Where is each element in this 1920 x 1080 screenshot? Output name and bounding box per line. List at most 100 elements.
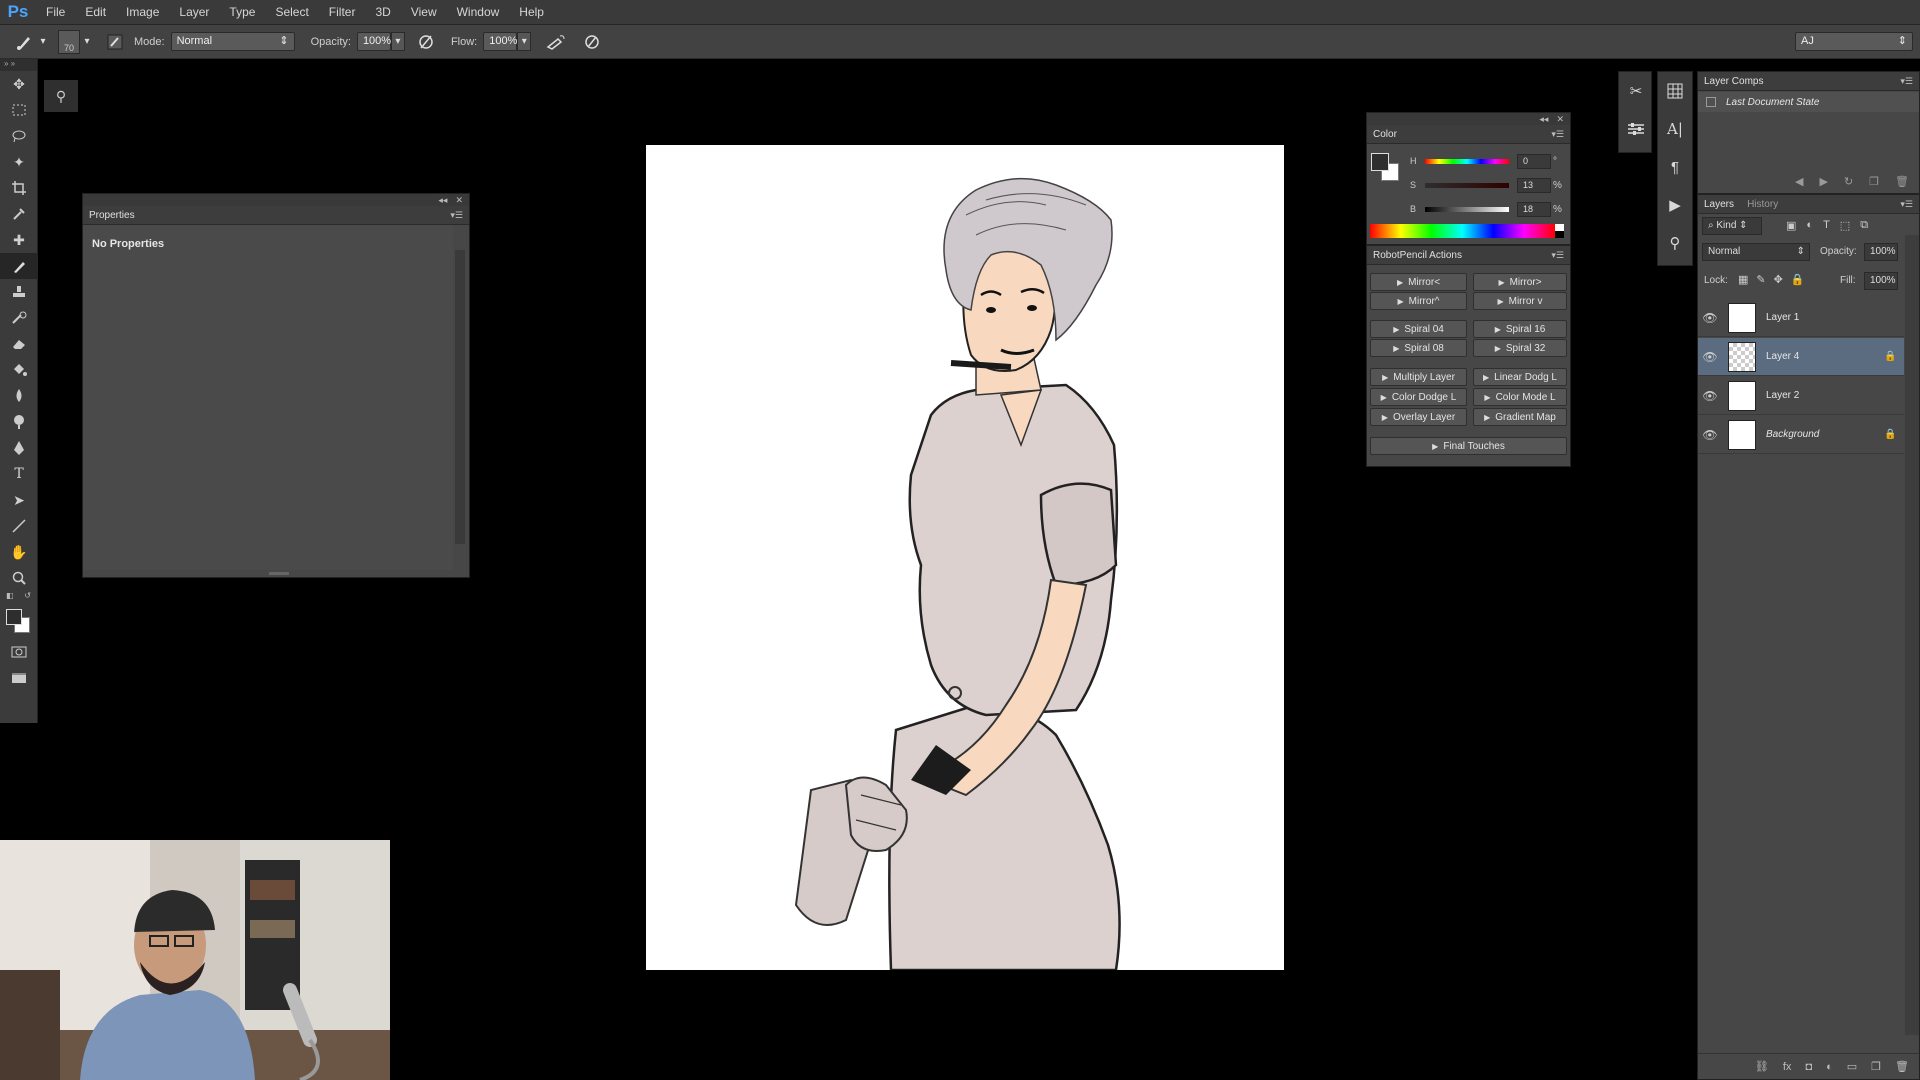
action-gradient-map-button[interactable]: ▶ Gradient Map (1473, 408, 1567, 426)
brush-tool-icon[interactable] (14, 31, 36, 53)
blur-tool-icon[interactable] (0, 383, 38, 409)
eye-icon[interactable]: 👁 (1698, 311, 1722, 325)
color-spectrum-ramp[interactable] (1370, 224, 1555, 238)
layer-row-layer-4[interactable]: 👁 Layer 4 🔒 (1698, 338, 1904, 376)
history-brush-tool-icon[interactable] (0, 305, 38, 331)
menu-help[interactable]: Help (509, 0, 554, 25)
pixel-filter-icon[interactable]: ▣ (1786, 219, 1796, 232)
type-tool-icon[interactable]: T (0, 461, 38, 487)
properties-scrollbar[interactable] (455, 250, 465, 544)
quick-selection-tool-icon[interactable]: ✦ (0, 149, 38, 175)
close-icon[interactable]: ✕ (455, 195, 463, 206)
action-overlay-layer-button[interactable]: ▶ Overlay Layer (1370, 408, 1467, 426)
menu-layer[interactable]: Layer (169, 0, 219, 25)
panel-menu-icon[interactable]: ▾☰ (1900, 199, 1913, 210)
lock-all-icon[interactable]: 🔒 (1791, 273, 1805, 286)
fill-field[interactable]: 100% (1864, 272, 1898, 290)
collapse-icon[interactable]: ◂◂ (1539, 114, 1548, 125)
brightness-field[interactable]: 18 (1517, 201, 1551, 217)
adjustments-icon[interactable] (1619, 110, 1653, 148)
hue-field[interactable]: 0 (1517, 153, 1551, 169)
action-mirror-up-button[interactable]: ▶ Mirror^ (1370, 292, 1467, 310)
adjustment-layer-icon[interactable]: ◐ (1826, 1061, 1833, 1073)
menu-filter[interactable]: Filter (319, 0, 366, 25)
tool-preset-mini-panel[interactable]: ⚲ (44, 80, 78, 112)
new-comp-icon[interactable]: ❐ (1869, 175, 1879, 188)
navigator-grid-icon[interactable] (1658, 72, 1692, 110)
zoom-tool-icon[interactable] (0, 565, 38, 591)
eye-icon[interactable]: 👁 (1698, 350, 1722, 364)
panel-menu-icon[interactable]: ▾☰ (1551, 250, 1564, 261)
tab-properties[interactable]: Properties (89, 210, 135, 221)
layer-row-layer-2[interactable]: 👁 Layer 2 (1698, 377, 1904, 415)
shape-filter-icon[interactable]: ⬚ (1840, 219, 1850, 232)
close-icon[interactable]: ✕ (1556, 114, 1564, 125)
delete-comp-icon[interactable]: 🗑 (1895, 175, 1909, 188)
delete-layer-icon[interactable]: 🗑 (1895, 1060, 1909, 1073)
paint-bucket-tool-icon[interactable] (0, 357, 38, 383)
tab-color[interactable]: Color (1373, 129, 1397, 140)
next-comp-icon[interactable]: ▶ (1819, 175, 1827, 188)
collapse-icon[interactable]: ◂◂ (438, 195, 447, 206)
lasso-tool-icon[interactable] (0, 123, 38, 149)
brush-tool-selected-icon[interactable] (0, 253, 38, 279)
tab-robotpencil-actions[interactable]: RobotPencil Actions (1373, 250, 1462, 261)
brightness-slider[interactable] (1425, 206, 1509, 212)
hand-tool-icon[interactable]: ✋ (0, 539, 38, 565)
menu-window[interactable]: Window (447, 0, 510, 25)
line-tool-icon[interactable] (0, 513, 38, 539)
healing-brush-tool-icon[interactable]: ✚ (0, 227, 38, 253)
type-filter-icon[interactable]: T (1823, 219, 1830, 232)
layer-comp-row[interactable]: Last Document State (1698, 92, 1919, 112)
pressure-opacity-icon[interactable] (415, 31, 437, 53)
swap-colors-icon[interactable]: ↺ (24, 591, 31, 603)
menu-file[interactable]: File (36, 0, 75, 25)
layer-row-background[interactable]: 👁 Background 🔒 (1698, 416, 1904, 454)
dodge-tool-icon[interactable] (0, 409, 38, 435)
panel-menu-icon[interactable]: ▾☰ (1900, 76, 1913, 87)
smart-object-filter-icon[interactable]: ⧉ (1860, 219, 1868, 232)
link-layers-icon[interactable]: ⛓ (1755, 1060, 1769, 1073)
eye-icon[interactable]: 👁 (1698, 389, 1722, 403)
eyedropper-tool-icon[interactable] (0, 201, 38, 227)
tools-collapse-icon[interactable]: » » (0, 59, 37, 71)
layer-comp-checkbox-icon[interactable] (1706, 97, 1716, 107)
screen-mode-icon[interactable] (0, 665, 38, 691)
pen-tool-icon[interactable] (0, 435, 38, 461)
action-mirror-down-button[interactable]: ▶ Mirror v (1473, 292, 1567, 310)
mode-select[interactable]: Normal ⇕ (170, 32, 295, 51)
saturation-slider[interactable] (1425, 182, 1509, 188)
lock-position-icon[interactable]: ✥ (1774, 273, 1783, 286)
brush-presets-icon[interactable]: ⚲ (1658, 224, 1692, 262)
action-multiply-layer-button[interactable]: ▶ Multiply Layer (1370, 368, 1467, 386)
action-spiral-32-button[interactable]: ▶ Spiral 32 (1473, 339, 1567, 357)
new-layer-icon[interactable]: ❐ (1871, 1060, 1881, 1073)
airbrush-icon[interactable] (545, 31, 567, 53)
layer-row-layer-1[interactable]: 👁 Layer 1 (1698, 299, 1904, 337)
black-white-ramp[interactable] (1555, 224, 1564, 238)
tab-layers[interactable]: Layers (1704, 199, 1734, 210)
pressure-size-icon[interactable] (581, 31, 603, 53)
add-mask-icon[interactable]: ◘ (1805, 1061, 1812, 1073)
paragraph-icon[interactable]: ¶ (1658, 148, 1692, 186)
opacity-field[interactable]: 100% (356, 32, 391, 51)
action-spiral-08-button[interactable]: ▶ Spiral 08 (1370, 339, 1467, 357)
brush-size-picker[interactable]: 70 (58, 29, 80, 54)
menu-3d[interactable]: 3D (365, 0, 400, 25)
opacity-dropdown[interactable]: ▾ (390, 32, 405, 51)
brush-picker-dropdown[interactable]: ▾ (80, 32, 94, 51)
saturation-field[interactable]: 13 (1517, 177, 1551, 193)
panel-menu-icon[interactable]: ▾☰ (1551, 129, 1564, 140)
lock-pixels-icon[interactable]: ✎ (1756, 273, 1765, 286)
menu-view[interactable]: View (401, 0, 447, 25)
filter-kind-select[interactable]: ⌕ Kind ⇕ (1702, 217, 1762, 235)
lock-transparent-icon[interactable]: ▦ (1738, 273, 1748, 286)
tab-layer-comps[interactable]: Layer Comps (1704, 76, 1763, 87)
action-mirror-right-button[interactable]: ▶ Mirror> (1473, 273, 1567, 291)
crop-tool-icon[interactable] (0, 175, 38, 201)
action-color-mode-button[interactable]: ▶ Color Mode L (1473, 388, 1567, 406)
tool-preset-dropdown[interactable]: ▾ (36, 32, 50, 51)
flow-field[interactable]: 100% (483, 32, 517, 51)
layers-scrollbar[interactable] (1905, 235, 1919, 1035)
blend-mode-select[interactable]: Normal ⇕ (1702, 243, 1810, 261)
